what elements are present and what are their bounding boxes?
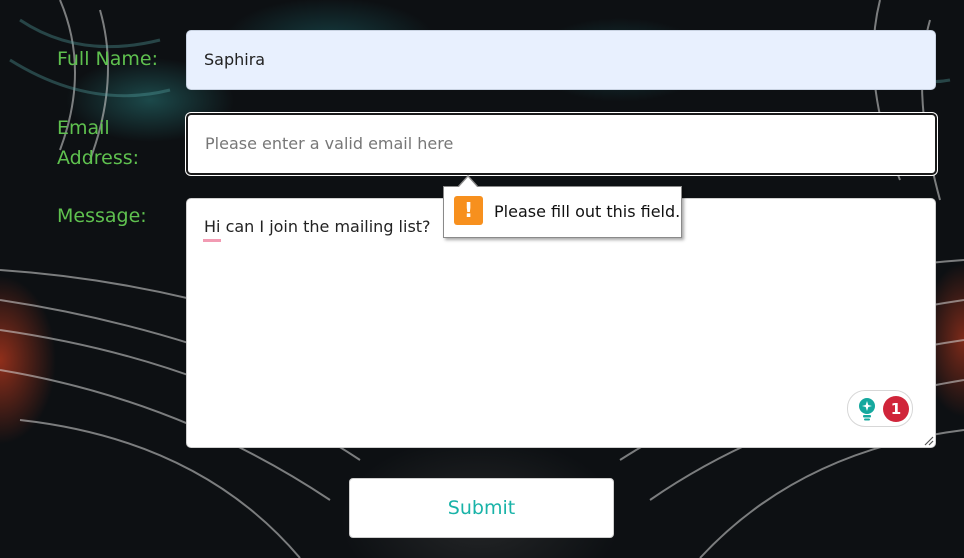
validation-message: Please fill out this field. (494, 202, 681, 221)
email-label-line2: Address: (57, 147, 140, 169)
full-name-label: Full Name: (57, 48, 158, 70)
email-label-line1: Email (57, 117, 110, 139)
validation-tooltip: ! Please fill out this field. (443, 186, 682, 238)
submit-button[interactable]: Submit (349, 478, 614, 538)
warning-icon: ! (454, 196, 483, 225)
tooltip-arrow-fill (458, 177, 478, 188)
issue-count-badge[interactable]: 1 (883, 396, 909, 422)
full-name-input[interactable]: Saphira (186, 30, 936, 90)
spellcheck-underline (203, 239, 221, 242)
email-input[interactable]: Please enter a valid email here (186, 113, 937, 175)
grammar-checker-widget[interactable]: 1 (847, 390, 913, 427)
resize-grip-icon[interactable] (922, 434, 934, 446)
message-label: Message: (57, 205, 147, 227)
lightbulb-icon (859, 398, 875, 421)
